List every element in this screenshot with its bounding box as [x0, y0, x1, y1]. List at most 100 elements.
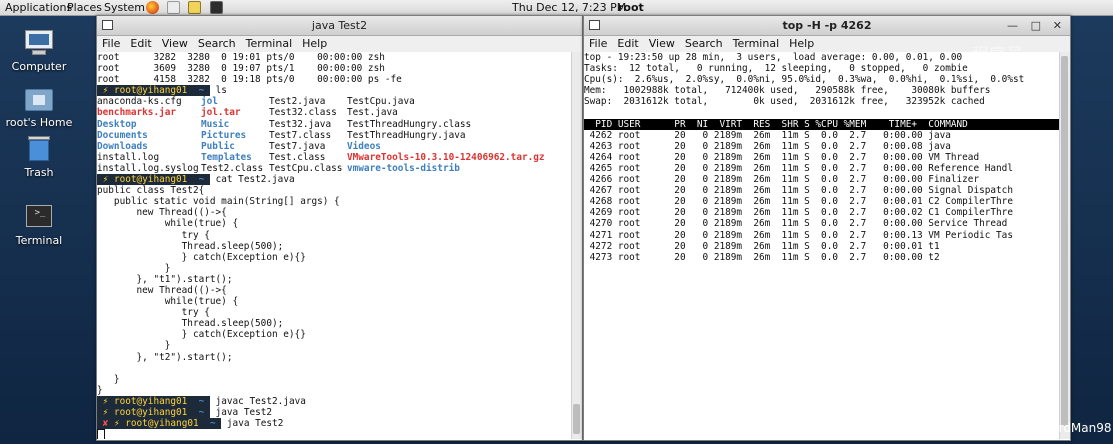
close-icon[interactable]: ✕ [1053, 19, 1062, 32]
scrollbar-thumb[interactable] [573, 404, 580, 434]
firefox-launcher-icon[interactable] [146, 1, 159, 14]
ls-entry: TestThreadHungry.class [347, 118, 472, 130]
ls-entry: benchmarks.jar [97, 107, 177, 119]
desktop-icon-label: Terminal [15, 234, 63, 247]
desktop-icon-terminal[interactable]: >_ Terminal [1, 204, 77, 247]
code-line: new Thread(()->{ [97, 284, 227, 296]
thread-row: 4262 root 20 0 2189m 26m 11m S 0.0 2.7 0… [584, 129, 951, 141]
code-line: } catch(Exception e){} [97, 329, 306, 341]
top-output[interactable]: top - 19:23:50 up 28 min, 3 users, load … [584, 52, 1059, 439]
terminal-window-left[interactable]: java Test2 File Edit View Search Terminal Hel… [96, 15, 583, 441]
desktop-icon-home[interactable]: root's Home [1, 86, 77, 129]
prompt-dir: ~ [192, 85, 210, 97]
code-line: } [97, 262, 171, 274]
maximize-icon[interactable]: □ [1031, 19, 1041, 32]
terminal-window-right[interactable]: top -H -p 4262 — □ ✕ File Edit View Search T… [583, 15, 1071, 441]
network-launcher-icon[interactable] [167, 1, 180, 14]
thread-row: 4272 root 20 0 2189m 26m 11m S 0.0 2.7 0… [584, 240, 940, 252]
command-text: ls [215, 85, 227, 97]
ls-entry: Test32.class [269, 107, 337, 119]
menu-search[interactable]: Search [193, 36, 241, 50]
panel-clock[interactable]: Thu Dec 12, 7:23 PM [512, 1, 626, 14]
menu-terminal[interactable]: Terminal [728, 36, 785, 50]
menu-file[interactable]: File [97, 36, 125, 50]
minimize-icon[interactable]: — [1007, 19, 1018, 32]
terminal-launcher-icon[interactable] [210, 1, 223, 14]
code-line: } [97, 373, 120, 385]
applications-menu[interactable]: Applications [5, 1, 72, 14]
ls-entry: Documents [97, 129, 148, 141]
menu-edit[interactable]: Edit [125, 36, 156, 50]
prompt-user: ✘ ⚡ root@yihang01 [97, 418, 205, 430]
code-line: }, "t2").start(); [97, 351, 233, 363]
ls-entry: VMwareTools-10.3.10-12406962.tar.gz [347, 151, 545, 163]
thread-row: 4271 root 20 0 2189m 26m 11m S 0.0 2.7 0… [584, 229, 1013, 241]
ls-entry: Pictures [201, 129, 247, 141]
prompt-user: ⚡ root@yihang01 [97, 407, 193, 418]
code-line: public static void main(String[] args) { [97, 196, 340, 208]
text-editor-launcher-icon[interactable] [188, 1, 201, 14]
top-summary-line: Swap: 2031612k total, 0k used, 2031612k … [584, 96, 985, 108]
top-thread-table: 4262 root 20 0 2189m 26m 11m S 0.0 2.7 0… [584, 130, 1059, 263]
places-menu[interactable]: Places [67, 1, 102, 14]
ls-entry: TestCpu.java [347, 96, 415, 108]
prompt-dir: ~ [192, 395, 210, 407]
ls-output: anaconda-ks.cfg jol Test2.java TestCpu.java… [97, 96, 571, 174]
ls-entry: vmware-tools-distrib [347, 162, 460, 174]
ls-entry: Test.class [269, 151, 326, 163]
top-panel: Applications Places System Thu Dec 12, 7… [0, 0, 1113, 16]
menu-help[interactable]: Help [297, 36, 332, 50]
top-summary-line: Cpu(s): 2.6%us, 2.0%sy, 0.0%ni, 95.0%id,… [584, 74, 1025, 86]
prompt-line-cat: ⚡ root@yihang01 ~ cat Test2.java [97, 174, 571, 186]
code-line: while(true) { [97, 296, 239, 308]
menu-terminal[interactable]: Terminal [241, 36, 298, 50]
menu-search[interactable]: Search [680, 36, 728, 50]
thread-row: 4267 root 20 0 2189m 26m 11m S 0.0 2.7 0… [584, 185, 1013, 197]
ls-entry: TestThreadHungry.java [347, 129, 466, 141]
menu-view[interactable]: View [644, 36, 680, 50]
code-line: try { [97, 307, 210, 319]
menu-help[interactable]: Help [784, 36, 819, 50]
window-titlebar[interactable]: java Test2 [97, 16, 582, 36]
prompt-line-ls: ⚡ root@yihang01 ~ ls [97, 85, 571, 97]
code-line: new Thread(()->{ [97, 207, 227, 219]
window-title: top -H -p 4262 [782, 19, 872, 32]
scrollbar[interactable] [1059, 52, 1070, 439]
menu-edit[interactable]: Edit [612, 36, 643, 50]
desktop-icon-trash[interactable]: Trash [1, 136, 77, 179]
top-table-header: PID USER PR NI VIRT RES SHR S %CPU %MEM … [584, 118, 1059, 130]
prompt-dir: ~ [204, 418, 222, 430]
scrollbar-thumb[interactable] [1061, 56, 1068, 426]
desktop-icon-label: Computer [11, 60, 67, 73]
ls-entry: TestCpu.class [269, 162, 343, 174]
prompt-user: ⚡ root@yihang01 [97, 395, 193, 407]
terminal-output[interactable]: root 3282 3280 0 19:01 pts/0 00:00:00 zs… [97, 52, 571, 439]
ls-entry: Downloads [97, 140, 148, 152]
command-text: cat Test2.java [215, 174, 295, 186]
system-menu[interactable]: System [104, 1, 145, 14]
ls-row: install.log.syslog Test2.class TestCpu.cla… [97, 163, 571, 174]
input-line[interactable] [97, 429, 571, 439]
scrollbar[interactable] [571, 52, 582, 439]
ls-entry: jol.tar [201, 107, 241, 119]
ps-line: root 4158 3282 0 19:18 pts/0 00:00:00 ps… [97, 74, 402, 86]
menu-view[interactable]: View [157, 36, 193, 50]
window-titlebar[interactable]: top -H -p 4262 — □ ✕ [584, 16, 1070, 36]
csdn-watermark: CSDN @BirdMan98 [997, 421, 1112, 435]
ls-entry: Test2.java [269, 96, 326, 108]
thread-row: 4265 root 20 0 2189m 26m 11m S 0.0 2.7 0… [584, 162, 1013, 174]
ls-entry: Templates [201, 151, 252, 163]
source-code-output: public class Test2{ public static void m… [97, 185, 571, 396]
command-text: javac Test2.java [215, 395, 306, 407]
code-line: }, "t1").start(); [97, 273, 233, 285]
panel-user[interactable]: root [618, 1, 644, 14]
code-line: Thread.sleep(500); [97, 318, 284, 330]
desktop-icon-label: Trash [24, 166, 54, 179]
desktop-icon-computer[interactable]: Computer [1, 30, 77, 73]
ls-entry: Videos [347, 140, 381, 152]
command-text: java Test2 [226, 418, 284, 430]
command-text: java Test2 [215, 407, 273, 418]
menu-file[interactable]: File [584, 36, 612, 50]
thread-row: 4263 root 20 0 2189m 26m 11m S 0.0 2.7 0… [584, 140, 951, 152]
